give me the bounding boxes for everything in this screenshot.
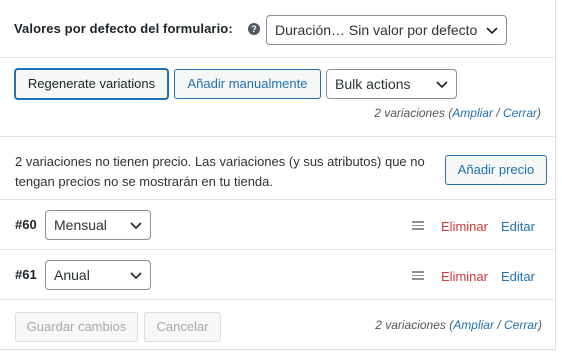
default-form-values-row: Valores por defecto del formulario: ? Du… [0, 0, 556, 58]
variations-panel: Valores por defecto del formulario: ? Du… [0, 0, 556, 350]
add-manually-button[interactable]: Añadir manualmente [174, 69, 321, 99]
variation-row: #61 Anual Eliminar Editar [0, 249, 556, 299]
variations-count: 2 variaciones (Ampliar / Cerrar) [375, 318, 542, 332]
paren-close: ) [538, 318, 542, 332]
expand-all-link[interactable]: Ampliar [453, 318, 494, 332]
default-form-values-label: Valores por defecto del formulario: [14, 21, 233, 36]
bulk-actions-select-value: Bulk actions [335, 76, 411, 92]
variation-row: #60 Mensual Eliminar Editar [0, 199, 556, 249]
save-changes-button[interactable]: Guardar cambios [15, 312, 138, 342]
delete-variation-link[interactable]: Eliminar [441, 219, 488, 234]
close-all-link[interactable]: Cerrar [504, 318, 538, 332]
variations-count-text: 2 variaciones [374, 106, 445, 120]
close-all-link[interactable]: Cerrar [503, 106, 537, 120]
help-icon[interactable]: ? [248, 23, 260, 35]
variation-attribute-select[interactable]: Mensual [45, 210, 151, 240]
add-price-button[interactable]: Añadir precio [445, 155, 547, 185]
separator: / [496, 106, 500, 120]
variation-attribute-select[interactable]: Anual [45, 260, 151, 290]
variation-attribute-value: Anual [54, 267, 90, 283]
chevron-down-icon [130, 272, 142, 280]
chevron-down-icon [436, 81, 448, 89]
chevron-down-icon [486, 27, 498, 35]
edit-variation-link[interactable]: Editar [501, 219, 535, 234]
delete-variation-link[interactable]: Eliminar [441, 269, 488, 284]
edit-variation-link[interactable]: Editar [501, 269, 535, 284]
cancel-button[interactable]: Cancelar [144, 312, 221, 342]
separator: / [497, 318, 501, 332]
variation-attribute-value: Mensual [54, 217, 107, 233]
expand-all-link[interactable]: Ampliar [452, 106, 493, 120]
variation-id: #60 [15, 217, 37, 232]
variations-footer: Guardar cambios Cancelar 2 variaciones (… [0, 299, 556, 350]
bulk-actions-select[interactable]: Bulk actions [326, 69, 457, 99]
missing-price-notice-text: 2 variaciones no tienen precio. Las vari… [15, 154, 425, 189]
default-attribute-select[interactable]: Duración… Sin valor por defecto [266, 15, 507, 45]
variations-count: 2 variaciones (Ampliar / Cerrar) [374, 106, 541, 120]
paren-close: ) [537, 106, 541, 120]
variation-id: #61 [15, 267, 37, 282]
chevron-down-icon [130, 222, 142, 230]
drag-handle-icon[interactable] [412, 271, 424, 280]
drag-handle-icon[interactable] [412, 221, 424, 230]
default-attribute-select-value: Duración… Sin valor por defecto [275, 22, 478, 38]
variations-count-text: 2 variaciones [375, 318, 446, 332]
regenerate-variations-button[interactable]: Regenerate variations [15, 69, 168, 99]
